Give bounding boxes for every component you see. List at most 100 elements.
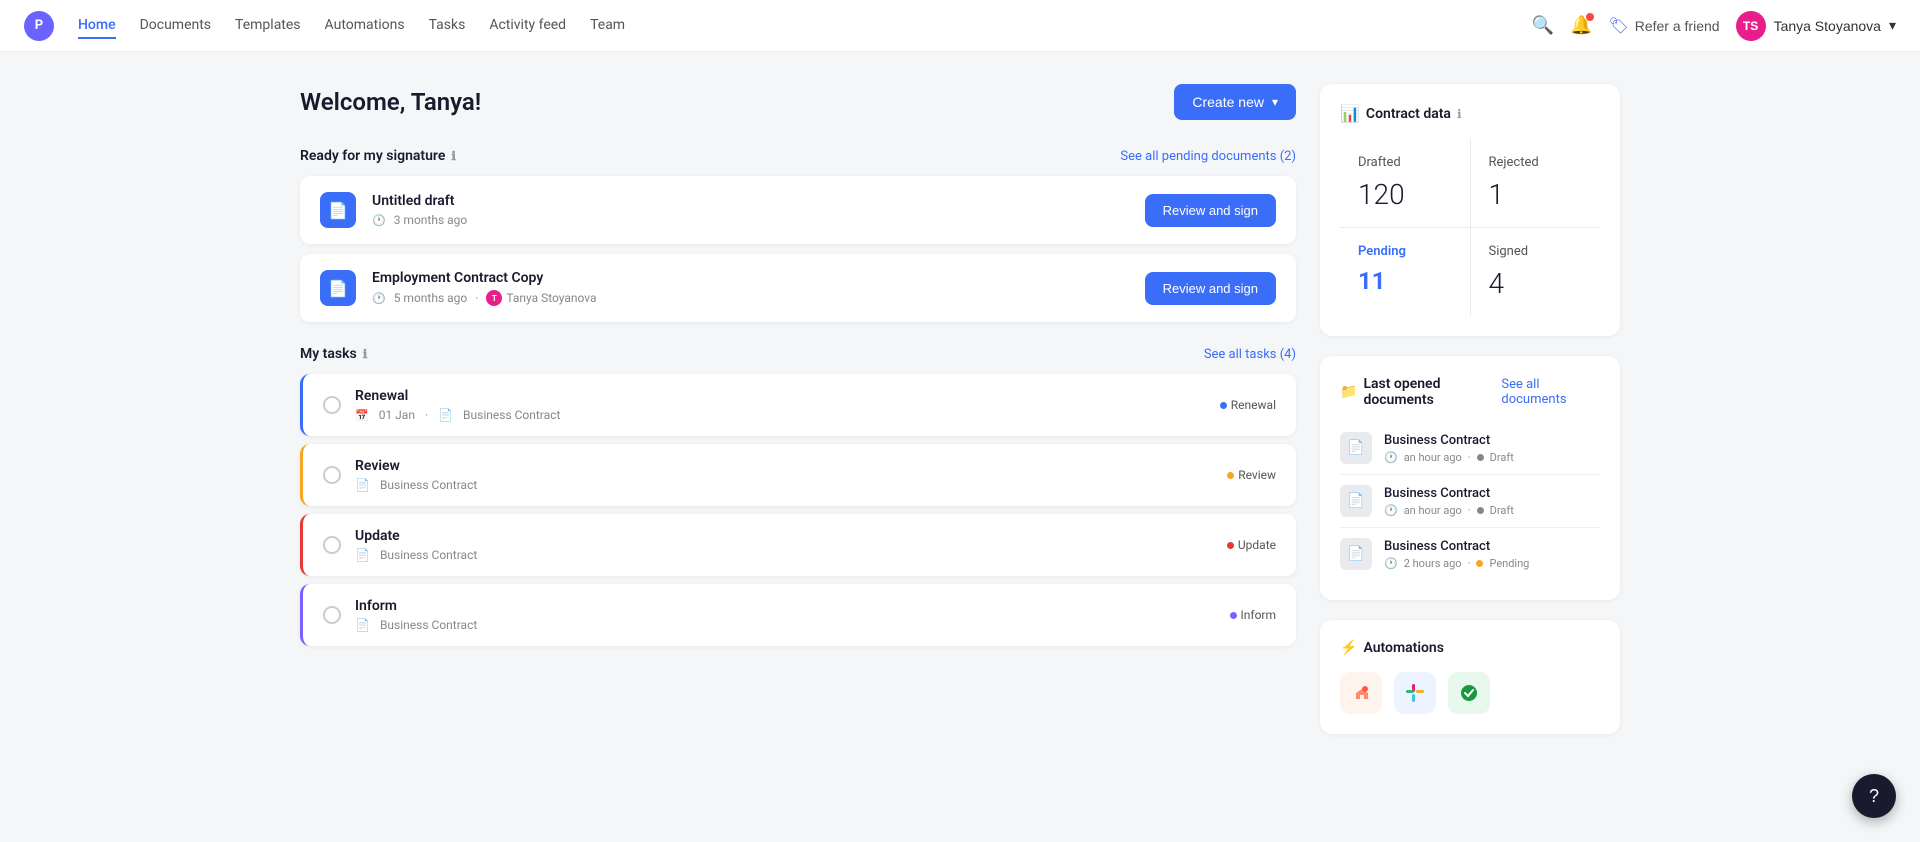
task-contract-1: Business Contract xyxy=(463,408,560,422)
bar-chart-icon: 📊 xyxy=(1340,104,1360,123)
hubspot-icon[interactable] xyxy=(1340,672,1382,714)
clock-icon-1: 🕐 xyxy=(372,214,386,227)
create-new-button[interactable]: Create new ▾ xyxy=(1174,84,1296,120)
signature-section-header: Ready for my signature ℹ See all pending… xyxy=(300,148,1296,164)
lightning-icon: ⚡ xyxy=(1340,640,1357,656)
doc-list-meta-1: 🕐 an hour ago · Draft xyxy=(1384,451,1600,464)
task-tag-3: Update xyxy=(1227,538,1276,552)
doc-list-status-3: Pending xyxy=(1489,557,1529,570)
stat-rejected-value: 1 xyxy=(1489,178,1583,211)
nav-tasks[interactable]: Tasks xyxy=(429,13,466,39)
doc-owner-2: T Tanya Stoyanova xyxy=(486,290,596,306)
tag-label-1: Renewal xyxy=(1231,398,1276,412)
tag-label-2: Review xyxy=(1238,468,1276,482)
doc-list-icon-3: 📄 xyxy=(1340,538,1372,570)
notification-button[interactable]: 🔔 xyxy=(1570,15,1592,36)
doc-list-time-3: 2 hours ago xyxy=(1404,557,1462,570)
task-info-1: Renewal 📅 01 Jan · 📄 Business Contract xyxy=(355,388,1206,422)
help-button[interactable]: ? xyxy=(1852,774,1896,818)
doc-info-2: Employment Contract Copy 🕐 5 months ago … xyxy=(372,270,1129,306)
tasks-section-header: My tasks ℹ See all tasks (4) xyxy=(300,346,1296,362)
task-contract-2: Business Contract xyxy=(380,478,477,492)
slack-icon[interactable] xyxy=(1394,672,1436,714)
help-icon: ? xyxy=(1869,786,1879,807)
doc-icon-2: 📄 xyxy=(320,270,356,306)
logo-text: P xyxy=(35,18,43,33)
contract-data-header: 📊 Contract data ℹ xyxy=(1340,104,1600,123)
task-item-3: Update 📄 Business Contract Update xyxy=(300,514,1296,576)
create-btn-label: Create new xyxy=(1192,94,1264,110)
stat-drafted-label: Drafted xyxy=(1358,155,1452,170)
nav-team[interactable]: Team xyxy=(590,13,625,39)
last-opened-doc-2: 📄 Business Contract 🕐 an hour ago · Draf… xyxy=(1340,475,1600,528)
main-column: Welcome, Tanya! Create new ▾ Ready for m… xyxy=(300,84,1296,734)
calendar-icon-1: 📅 xyxy=(355,409,369,422)
stat-pending-label: Pending xyxy=(1358,244,1452,259)
gift-icon: 🏷 xyxy=(1608,16,1628,36)
tasks-info-icon[interactable]: ℹ xyxy=(363,347,368,361)
nav-documents[interactable]: Documents xyxy=(140,13,211,39)
task-doc-icon-4: 📄 xyxy=(355,618,370,632)
refer-friend-button[interactable]: 🏷 Refer a friend xyxy=(1608,16,1719,36)
refer-label: Refer a friend xyxy=(1635,18,1720,34)
doc-list-name-1: Business Contract xyxy=(1384,433,1600,448)
automations-header: ⚡ Automations xyxy=(1340,640,1600,656)
nav-activity-feed[interactable]: Activity feed xyxy=(489,13,566,39)
task-name-1: Renewal xyxy=(355,388,1206,404)
doc-list-status-dot-3 xyxy=(1476,560,1483,567)
doc-list-clock-3: 🕐 xyxy=(1384,557,1398,570)
doc-list-info-1: Business Contract 🕐 an hour ago · Draft xyxy=(1384,433,1600,464)
task-separator-1: · xyxy=(425,408,428,422)
nav-home[interactable]: Home xyxy=(78,13,116,39)
green-app-icon[interactable] xyxy=(1448,672,1490,714)
owner-name-2: Tanya Stoyanova xyxy=(506,291,596,305)
doc-name-2: Employment Contract Copy xyxy=(372,270,1129,286)
clock-icon-2: 🕐 xyxy=(372,292,386,305)
doc-list-status-2: Draft xyxy=(1490,504,1514,517)
signature-info-icon[interactable]: ℹ xyxy=(451,149,456,163)
last-opened-doc-3: 📄 Business Contract 🕐 2 hours ago · Pend… xyxy=(1340,528,1600,580)
tag-dot-2 xyxy=(1227,472,1234,479)
nav-links: Home Documents Templates Automations Tas… xyxy=(78,13,1532,39)
see-all-pending-link[interactable]: See all pending documents (2) xyxy=(1120,149,1296,164)
tasks-section-title: My tasks ℹ xyxy=(300,346,367,362)
chevron-down-icon: ▾ xyxy=(1889,17,1896,34)
page-body: Welcome, Tanya! Create new ▾ Ready for m… xyxy=(260,52,1660,766)
task-meta-4: 📄 Business Contract xyxy=(355,618,1216,632)
meta-separator: · xyxy=(475,291,478,305)
review-sign-btn-1[interactable]: Review and sign xyxy=(1145,194,1276,227)
task-checkbox-4[interactable] xyxy=(323,606,341,624)
contract-data-info-icon[interactable]: ℹ xyxy=(1457,107,1462,121)
see-all-tasks-link[interactable]: See all tasks (4) xyxy=(1204,347,1296,362)
stat-drafted: Drafted 120 xyxy=(1340,139,1470,227)
tasks-section: My tasks ℹ See all tasks (4) Renewal 📅 0… xyxy=(300,346,1296,646)
see-all-docs-link[interactable]: See all documents xyxy=(1501,377,1600,407)
task-checkbox-3[interactable] xyxy=(323,536,341,554)
doc-list-sep-2: · xyxy=(1468,504,1471,517)
review-sign-btn-2[interactable]: Review and sign xyxy=(1145,272,1276,305)
task-info-3: Update 📄 Business Contract xyxy=(355,528,1213,562)
doc-list-meta-2: 🕐 an hour ago · Draft xyxy=(1384,504,1600,517)
doc-card-1: 📄 Untitled draft 🕐 3 months ago Review a… xyxy=(300,176,1296,244)
automations-title: Automations xyxy=(1363,640,1444,656)
doc-list-meta-3: 🕐 2 hours ago · Pending xyxy=(1384,557,1600,570)
doc-list-time-2: an hour ago xyxy=(1404,504,1462,517)
doc-list-status-dot-1 xyxy=(1477,454,1484,461)
doc-list-clock-1: 🕐 xyxy=(1384,451,1398,464)
tag-dot-3 xyxy=(1227,542,1234,549)
doc-list-name-2: Business Contract xyxy=(1384,486,1600,501)
nav-templates[interactable]: Templates xyxy=(235,13,301,39)
stat-signed-value: 4 xyxy=(1489,267,1583,300)
last-opened-card: 📁 Last opened documents See all document… xyxy=(1320,356,1620,600)
task-name-2: Review xyxy=(355,458,1213,474)
user-menu-button[interactable]: TS Tanya Stoyanova ▾ xyxy=(1736,11,1896,41)
task-checkbox-1[interactable] xyxy=(323,396,341,414)
tag-dot-1 xyxy=(1220,402,1227,409)
tag-label-4: Inform xyxy=(1241,608,1277,622)
create-btn-arrow-icon: ▾ xyxy=(1272,95,1278,109)
task-contract-3: Business Contract xyxy=(380,548,477,562)
task-checkbox-2[interactable] xyxy=(323,466,341,484)
nav-automations[interactable]: Automations xyxy=(325,13,405,39)
doc-list-icon-header: 📁 xyxy=(1340,384,1357,400)
search-button[interactable]: 🔍 xyxy=(1532,15,1554,36)
